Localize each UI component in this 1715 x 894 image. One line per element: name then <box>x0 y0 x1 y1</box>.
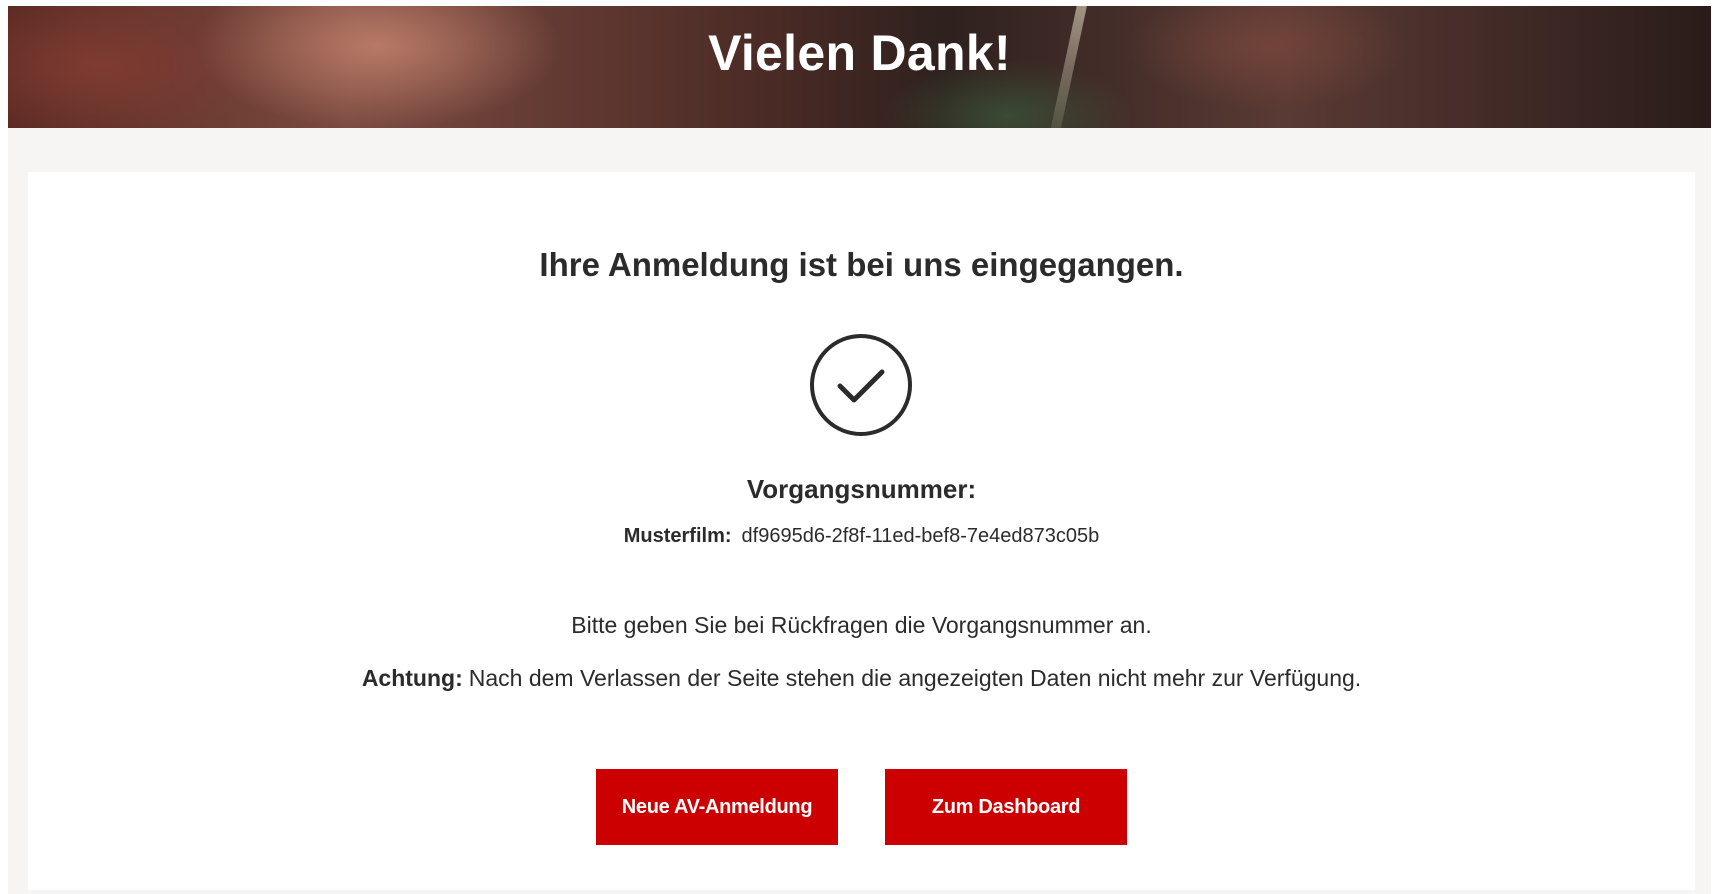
reference-value: df9695d6-2f8f-11ed-bef8-7e4ed873c05b <box>741 525 1100 547</box>
reference-hint: Bitte geben Sie bei Rückfragen die Vorga… <box>571 612 1152 638</box>
reference-key: Musterfilm: <box>623 525 732 547</box>
confirmation-headline: Ihre Anmeldung ist bei uns eingegangen. <box>539 246 1184 283</box>
dashboard-button[interactable]: Zum Dashboard <box>885 769 1127 845</box>
new-av-registration-button[interactable]: Neue AV-Anmeldung <box>596 769 838 845</box>
page: Vielen Dank! Ihre Anmeldung ist bei uns … <box>0 0 1715 894</box>
reference-number-label: Vorgangsnummer: <box>746 474 977 504</box>
hero-title: Vielen Dank! <box>708 25 1011 81</box>
reference-number-line: Musterfilm: df9695d6-2f8f-11ed-bef8-7e4ed… <box>28 525 1695 548</box>
warning-label: Achtung: <box>361 665 463 691</box>
data-warning: Achtung: Nach dem Verlassen der Seite ste… <box>28 665 1695 692</box>
warning-text: Nach dem Verlassen der Seite stehen die … <box>468 665 1362 691</box>
confirmation-card: Ihre Anmeldung ist bei uns eingegangen. … <box>28 172 1695 890</box>
check-circle-icon <box>810 334 912 436</box>
hero-banner: Vielen Dank! <box>8 6 1711 128</box>
